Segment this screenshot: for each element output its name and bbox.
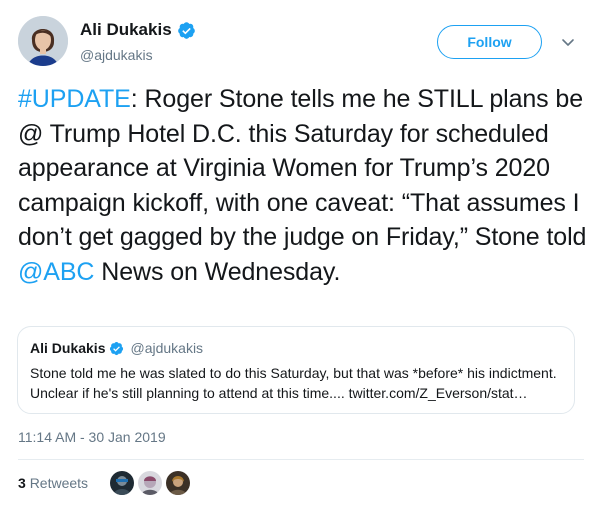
author-name-row: Ali Dukakis [80, 20, 196, 40]
retweet-label: Retweets [29, 475, 89, 491]
tweet-timestamp[interactable]: 11:14 AM - 30 Jan 2019 [18, 429, 166, 445]
retweeter-avatar-2[interactable] [138, 471, 163, 495]
quoted-tweet[interactable]: Ali Dukakis @ajdukakis Stone told me he … [17, 326, 575, 414]
tweet-card: Ali Dukakis @ajdukakis Follow #UPDATE: R… [0, 0, 601, 515]
quoted-tweet-header: Ali Dukakis @ajdukakis [30, 339, 562, 357]
quoted-author-name: Ali Dukakis [30, 340, 106, 356]
author-avatar[interactable] [18, 16, 68, 66]
retweet-count: 3 [18, 475, 26, 491]
retweeter-avatar-1[interactable] [110, 471, 135, 495]
mention-link[interactable]: @ABC [18, 258, 94, 286]
chevron-down-icon[interactable] [560, 34, 576, 50]
follow-button[interactable]: Follow [437, 25, 542, 59]
quoted-author-handle: @ajdukakis [130, 340, 204, 356]
author-display-name[interactable]: Ali Dukakis [80, 20, 172, 40]
tweet-text-segment: News on Wednesday. [94, 257, 341, 286]
tweet-stats: 3 Retweets [18, 471, 191, 495]
quoted-tweet-text: Stone told me he was slated to do this S… [30, 365, 557, 401]
retweeter-avatar-3[interactable] [166, 471, 191, 495]
retweet-count-link[interactable]: 3 Retweets [18, 475, 88, 491]
author-avatar-image [18, 16, 68, 66]
hashtag-link[interactable]: #UPDATE [18, 85, 131, 113]
verified-badge-icon [109, 341, 124, 356]
retweeter-avatars [110, 471, 191, 495]
author-handle[interactable]: @ajdukakis [80, 47, 153, 63]
divider [18, 459, 584, 460]
tweet-text: #UPDATE: Roger Stone tells me he STILL p… [18, 82, 588, 289]
verified-badge-icon [177, 21, 196, 40]
